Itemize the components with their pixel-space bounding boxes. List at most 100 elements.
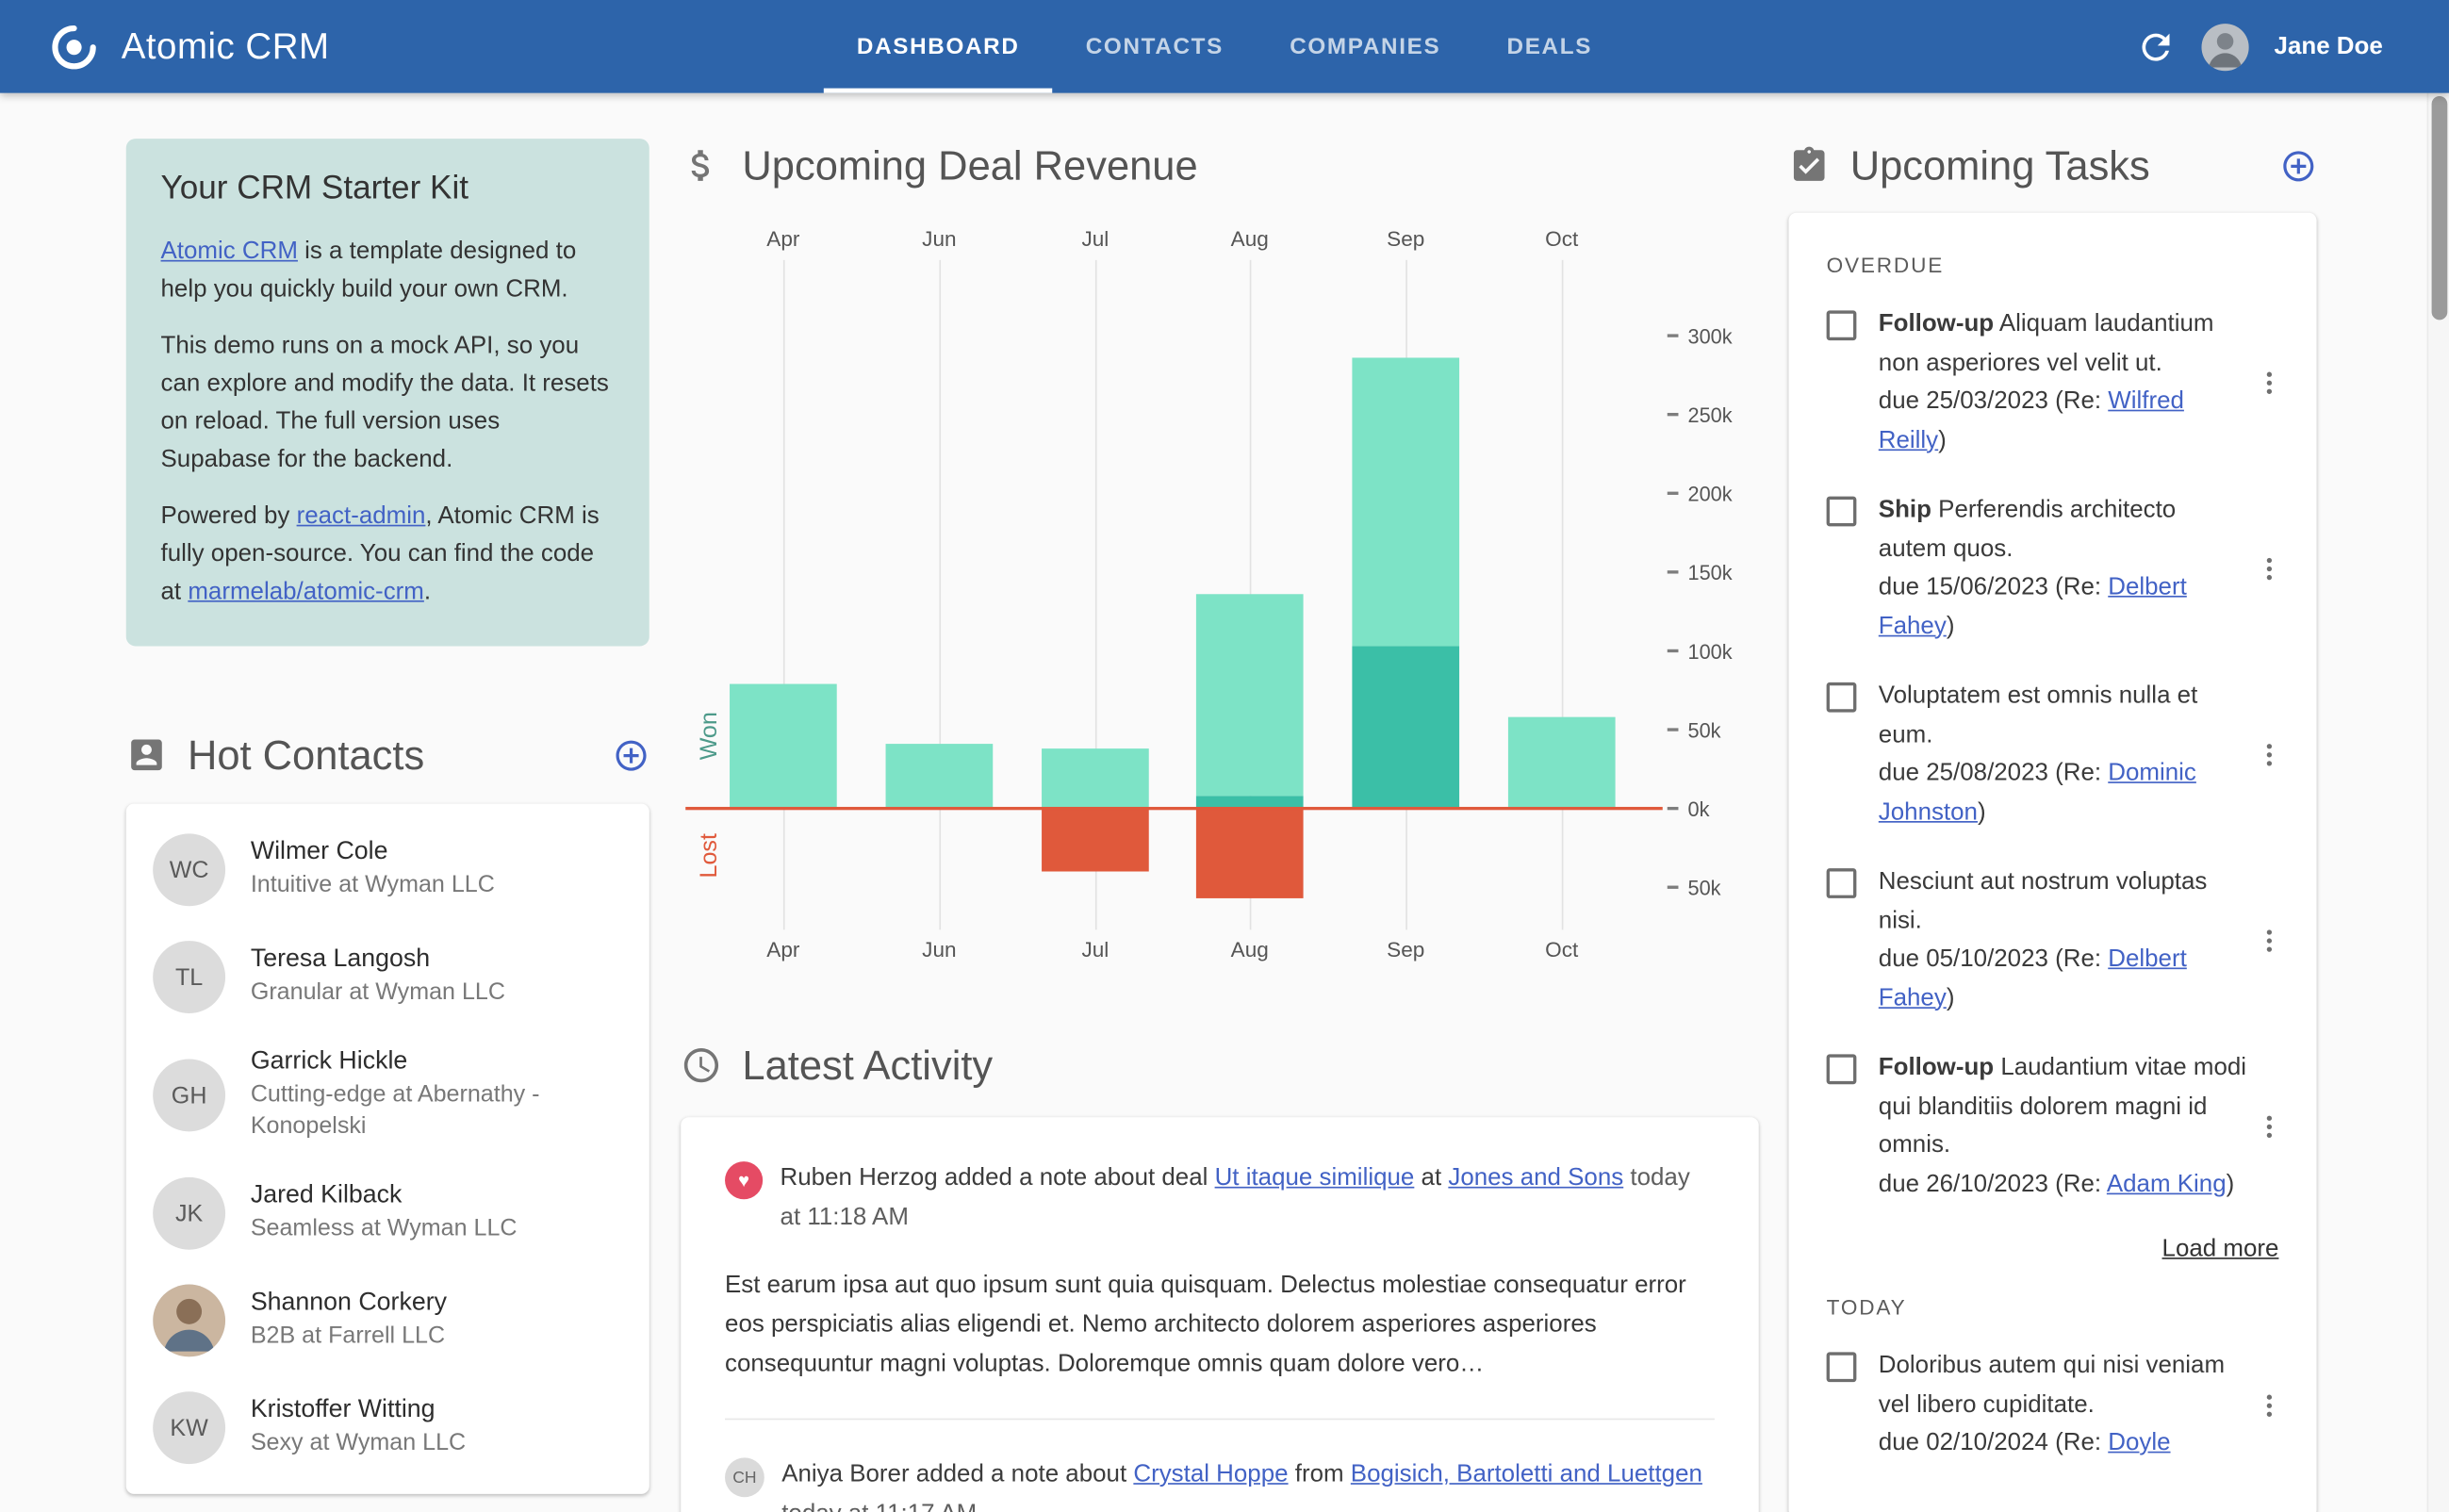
contact-list-item[interactable]: GH Garrick Hickle Cutting-edge at Abernath…	[126, 1030, 649, 1159]
activity-text: Ruben Herzog added a note about deal Ut …	[781, 1159, 1715, 1238]
contact-description: B2B at Farrell LLC	[250, 1322, 446, 1350]
task-checkbox[interactable]	[1826, 1352, 1857, 1383]
left-column: Your CRM Starter Kit Atomic CRM is a tem…	[125, 139, 649, 1494]
nav-tab-deals[interactable]: DEALS	[1473, 0, 1625, 93]
activity-header: Latest Activity	[681, 1039, 1759, 1093]
task-menu-button[interactable]	[2250, 922, 2288, 960]
activity-link[interactable]: Bogisich, Bartoletti and Luettgen	[1351, 1461, 1702, 1487]
contact-initials-avatar: GH	[153, 1059, 226, 1132]
task-checkbox[interactable]	[1826, 310, 1857, 341]
activity-link[interactable]: Ut itaque similique	[1215, 1164, 1415, 1191]
task-menu-button[interactable]	[2250, 550, 2288, 587]
add-contact-button[interactable]	[613, 737, 649, 773]
tasks-header: Upcoming Tasks	[1788, 139, 2316, 192]
hot-contacts-header: Hot Contacts	[126, 728, 649, 781]
task-text: Follow-up Aliquam laudantium non asperio…	[1878, 310, 2214, 376]
starter-kit-text: Atomic CRM is a template designed to hel…	[161, 233, 615, 611]
y-tick-mark	[1667, 492, 1679, 495]
bar-won-aug[interactable]	[1195, 594, 1304, 797]
task-menu-button[interactable]	[2250, 1108, 2288, 1145]
task-checkbox[interactable]	[1826, 1054, 1857, 1085]
contact-info: Garrick Hickle Cutting-edge at Abernathy …	[251, 1048, 623, 1142]
starter-kit-paragraph: Atomic CRM is a template designed to hel…	[161, 233, 615, 308]
bar-lost-jul[interactable]	[1042, 808, 1149, 872]
refresh-icon[interactable]	[2135, 26, 2176, 67]
bar-won-oct[interactable]	[1507, 716, 1616, 809]
y-tick-mark	[1667, 570, 1679, 574]
y-axis-tick: 100k	[1667, 638, 1733, 664]
x-axis-label-top: Sep	[1387, 226, 1425, 251]
bar-won-jun[interactable]	[885, 744, 994, 809]
add-task-button[interactable]	[2280, 147, 2316, 183]
nav-tab-dashboard[interactable]: DASHBOARD	[823, 0, 1053, 93]
user-avatar[interactable]	[2201, 23, 2249, 71]
task-contact-link[interactable]: Wilfred Reilly	[1879, 387, 2184, 452]
task-menu-button[interactable]	[2250, 1387, 2288, 1424]
y-axis-tick: 300k	[1667, 323, 1733, 349]
app-logo-icon[interactable]	[47, 20, 101, 74]
x-axis-label-bottom: Sep	[1387, 937, 1425, 961]
scrollbar-thumb[interactable]	[2430, 95, 2447, 320]
activity-link[interactable]: Jones and Sons	[1448, 1164, 1623, 1191]
task-body: Voluptatem est omnis nulla et eum. due 25…	[1879, 678, 2247, 832]
starter-kit-link[interactable]: react-admin	[297, 502, 426, 529]
x-axis-label-bottom: Apr	[766, 937, 800, 961]
task-checkbox[interactable]	[1826, 682, 1857, 713]
contact-description: Granular at Wyman LLC	[250, 978, 505, 1006]
y-tick-mark	[1667, 413, 1679, 416]
task-contact-link[interactable]: Delbert Fahey	[1879, 574, 2187, 639]
x-axis-label-top: Jun	[922, 226, 957, 251]
contact-info: Shannon Corkery B2B at Farrell LLC	[251, 1290, 447, 1353]
chart-gridline	[1560, 259, 1563, 930]
contact-name: Jared Kilback	[250, 1181, 403, 1209]
chart-zero-line	[685, 806, 1663, 811]
y-tick-mark	[1667, 649, 1679, 652]
page-scrollbar[interactable]	[2426, 92, 2449, 1512]
task-contact-link[interactable]: Adam King	[2107, 1170, 2227, 1196]
activity-text-segment: at	[1414, 1164, 1449, 1192]
task-type-label: Follow-up	[1878, 1054, 1995, 1081]
bar-won-confirmed-sep[interactable]	[1352, 646, 1460, 809]
task-due-date: due 05/10/2023 (Re: Delbert Fahey)	[1878, 945, 2187, 1011]
app-window: Atomic CRM DASHBOARD CONTACTS COMPANIES DEA…	[0, 0, 2449, 1512]
task-menu-button[interactable]	[2250, 736, 2288, 774]
task-contact-link[interactable]: Delbert Fahey	[1879, 945, 2187, 1011]
contact-list-item[interactable]: JK Jared Kilback Seamless at Wyman LLC	[126, 1159, 649, 1267]
bar-won-sep[interactable]	[1352, 357, 1460, 647]
contact-description: Sexy at Wyman LLC	[250, 1429, 467, 1456]
bar-lost-aug[interactable]	[1195, 808, 1304, 898]
x-axis-label-top: Oct	[1545, 226, 1579, 251]
task-checkbox[interactable]	[1826, 868, 1857, 898]
activity-text-segment: Ruben Herzog added a note about deal	[780, 1164, 1215, 1192]
activity-title: Latest Activity	[742, 1041, 994, 1089]
right-column: Upcoming Tasks OVERDUE Follow-up Aliquam …	[1788, 139, 2317, 1512]
starter-kit-link[interactable]: marmelab/atomic-crm	[188, 579, 424, 605]
task-contact-link[interactable]: Doyle	[2108, 1429, 2170, 1455]
task-contact-link[interactable]: Dominic Johnston	[1879, 760, 2196, 825]
activity-link[interactable]: Crystal Hoppe	[1133, 1461, 1288, 1487]
contact-list-item[interactable]: Shannon Corkery B2B at Farrell LLC	[126, 1267, 649, 1374]
starter-kit-link[interactable]: Atomic CRM	[161, 238, 298, 264]
contact-list-item[interactable]: TL Teresa Langosh Granular at Wyman LLC	[126, 924, 649, 1031]
contact-description: Intuitive at Wyman LLC	[250, 871, 495, 898]
y-axis-tick: 200k	[1667, 481, 1733, 506]
nav-tab-companies[interactable]: COMPANIES	[1257, 0, 1473, 93]
x-axis-label-bottom: Oct	[1545, 937, 1579, 961]
revenue-header: Upcoming Deal Revenue	[681, 139, 1759, 192]
y-tick-mark	[1667, 807, 1679, 810]
task-menu-button[interactable]	[2250, 364, 2288, 402]
load-more-link[interactable]: Load more	[1827, 1236, 2279, 1264]
task-text: Nesciunt aut nostrum voluptas nisi.	[1878, 868, 2208, 934]
bar-won-apr[interactable]	[730, 683, 837, 809]
revenue-chart-plot: Won Lost Apr Apr Jun Jun Jul Jul Aug Aug Sep Sep O…	[685, 227, 1733, 978]
bar-won-jul[interactable]	[1042, 748, 1149, 809]
contact-list-item[interactable]: WC Wilmer Cole Intuitive at Wyman LLC	[126, 816, 649, 924]
revenue-chart: Won Lost Apr Apr Jun Jun Jul Jul Aug Aug Sep Sep O…	[681, 208, 1759, 1004]
starter-kit-text-segment: This demo runs on a mock API, so you can…	[160, 332, 609, 473]
y-tick-label: 0k	[1687, 797, 1710, 821]
task-type-label: Ship	[1878, 496, 1931, 524]
task-checkbox[interactable]	[1826, 496, 1857, 527]
activity-text-segment: today at 11:17 AM	[781, 1501, 977, 1512]
contact-list-item[interactable]: KW Kristoffer Witting Sexy at Wyman LLC	[126, 1374, 649, 1482]
nav-tab-contacts[interactable]: CONTACTS	[1053, 0, 1257, 93]
